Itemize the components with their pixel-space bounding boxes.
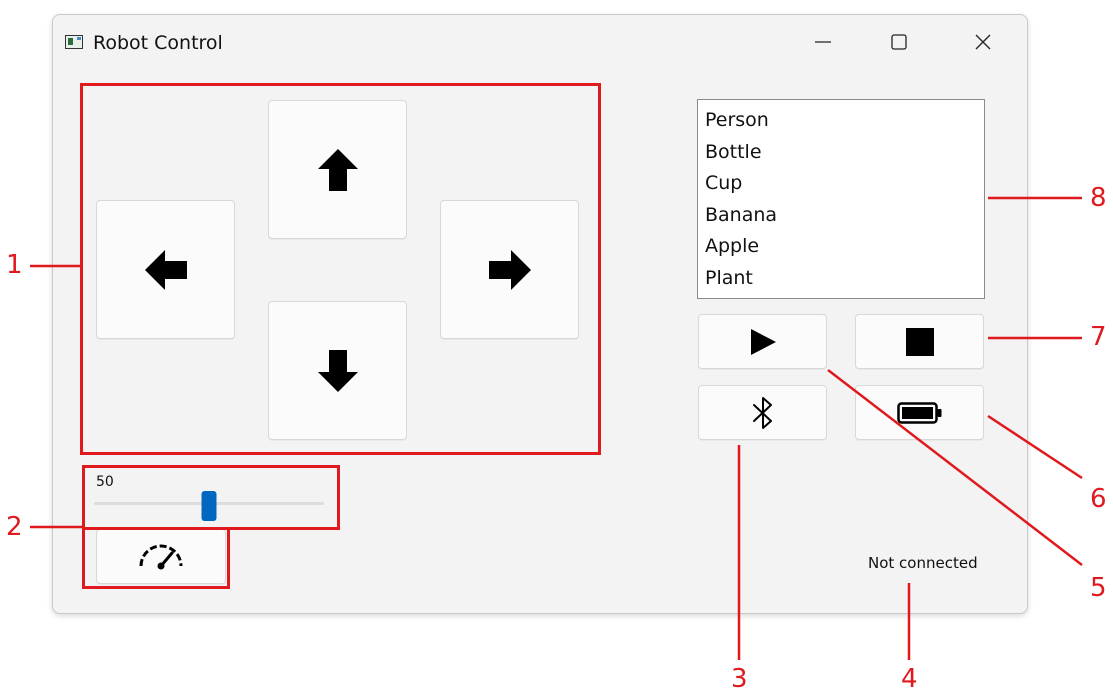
callout-number-6: 6 [1090,484,1107,514]
callout-number-4: 4 [901,664,918,694]
callout-number-3: 3 [731,664,748,694]
callout-number-1: 1 [6,250,23,280]
callout-number-5: 5 [1090,573,1107,603]
callout-number-2: 2 [6,512,23,542]
callout-number-8: 8 [1090,183,1107,213]
callout-number-7: 7 [1090,322,1107,352]
callout-lines [30,196,1083,660]
